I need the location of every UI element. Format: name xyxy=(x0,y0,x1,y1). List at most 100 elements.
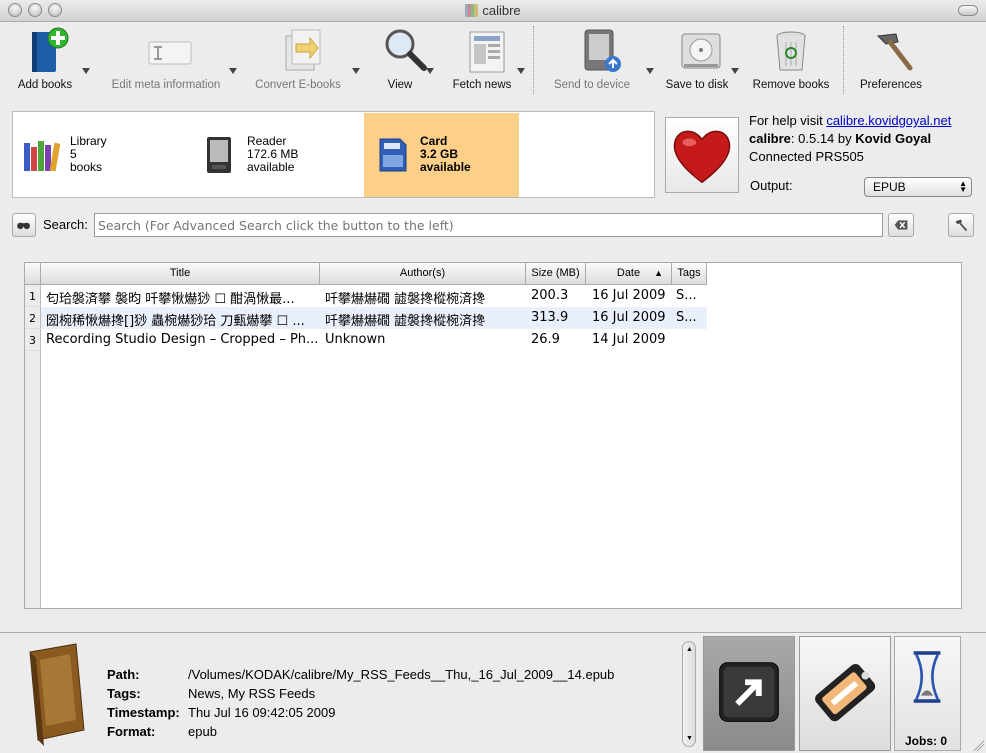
main-toolbar: Add books Edit meta information Convert … xyxy=(0,22,986,100)
heart-icon xyxy=(673,130,731,184)
app-name: calibre xyxy=(749,131,791,146)
book-date: 16 Jul 2009 xyxy=(592,288,666,303)
remove-books-button[interactable]: Remove books xyxy=(747,22,835,98)
output-format-label: Output: xyxy=(750,178,793,193)
convert-dropdown-arrow[interactable] xyxy=(352,68,360,74)
jobs-button[interactable]: Jobs: 0 xyxy=(894,636,961,751)
title-bar: calibre xyxy=(0,0,986,22)
edit-metadata-icon xyxy=(148,41,192,65)
timestamp-row: Timestamp: Thu Jul 16 09:42:05 2009 xyxy=(107,703,614,722)
book-tags: S... xyxy=(676,288,697,303)
hammer-icon xyxy=(876,33,913,71)
book-size: 26.9 xyxy=(531,332,560,347)
authors-header-label: Author(s) xyxy=(399,267,446,279)
save-to-disk-dropdown-arrow[interactable] xyxy=(731,68,739,74)
row-number-header xyxy=(25,263,41,285)
fetch-news-dropdown-arrow[interactable] xyxy=(517,68,525,74)
preferences-button[interactable]: Preferences xyxy=(852,22,930,98)
send-to-device-icon xyxy=(584,29,621,72)
book-list: Title Author(s) Size (MB) Date ▲ Tags 1 匂… xyxy=(24,262,962,609)
add-books-button[interactable]: Add books xyxy=(8,22,90,98)
fetch-news-button[interactable]: Fetch news xyxy=(442,22,532,98)
tags-label: Tags: xyxy=(107,686,141,701)
save-to-disk-button[interactable]: Save to disk xyxy=(660,22,742,98)
output-format-select[interactable]: EPUB ▲ ▼ xyxy=(864,177,972,197)
edit-metadata-label: Edit meta information xyxy=(111,79,221,91)
remove-books-label: Remove books xyxy=(752,79,830,91)
clear-search-button[interactable] xyxy=(888,213,914,237)
tags-value: News, My RSS Feeds xyxy=(188,686,316,701)
resize-grip[interactable] xyxy=(972,739,984,751)
date-column-header[interactable]: Date ▲ xyxy=(586,263,672,285)
table-row[interactable]: 1 匂珨褩済攀 褩昀 吀攀愀爀猀 ☐ 酣渦愀最... 吀攀爀爀礀 譃褩搀樅椀済搀… xyxy=(25,285,707,307)
save-to-disk-label: Save to disk xyxy=(665,79,729,91)
book-cover-icon xyxy=(29,643,85,746)
table-row[interactable]: 2 圀椀稀愀爀搀[]猀 蟲椀爀猀珨 刀甀爀攀 ☐ ... 吀攀爀爀礀 譃褩搀樅椀… xyxy=(25,307,707,329)
tag-icon xyxy=(815,664,876,722)
author-name: Kovid Goyal xyxy=(855,131,932,146)
tag-browser-button[interactable] xyxy=(799,636,891,751)
help-prefix: For help visit xyxy=(749,113,827,128)
version-line: calibre: 0.5.14 by Kovid Goyal xyxy=(749,130,951,148)
send-to-device-button[interactable]: Send to device xyxy=(545,22,655,98)
view-dropdown-arrow[interactable] xyxy=(426,68,434,74)
jobs-count: Jobs: 0 xyxy=(905,734,948,748)
send-to-device-dropdown-arrow[interactable] xyxy=(646,68,654,74)
format-label: Format: xyxy=(107,724,156,739)
card-location[interactable]: Card 3.2 GB available xyxy=(364,113,519,197)
donate-button[interactable] xyxy=(665,117,739,193)
add-books-icon xyxy=(32,27,69,72)
title-header-label: Title xyxy=(169,267,191,279)
edit-metadata-button[interactable]: Edit meta information xyxy=(100,22,240,98)
reader-location[interactable]: Reader 172.6 MB available xyxy=(191,113,363,197)
library-location[interactable]: Library 5 books xyxy=(14,113,186,197)
format-value: epub xyxy=(188,724,217,739)
advanced-search-button[interactable] xyxy=(12,213,36,237)
date-header-label: Date xyxy=(616,267,641,279)
table-row[interactable]: 3 Recording Studio Design – Cropped – Ph… xyxy=(25,329,707,351)
details-scrollbar[interactable]: ▲ ▼ xyxy=(682,641,696,747)
book-details-fields: Path: /Volumes/KODAK/calibre/My_RSS_Feeds… xyxy=(107,665,614,741)
book-title: 匂珨褩済攀 褩昀 吀攀愀爀猀 ☐ 酣渦愀最... xyxy=(46,292,295,307)
add-books-dropdown-arrow[interactable] xyxy=(82,68,90,74)
scroll-down-icon[interactable]: ▼ xyxy=(686,735,693,742)
view-button[interactable]: View xyxy=(370,22,440,98)
version-text: : 0.5.14 by xyxy=(790,131,856,146)
scroll-up-icon[interactable]: ▲ xyxy=(686,646,693,653)
book-size: 200.3 xyxy=(531,288,569,303)
search-input[interactable] xyxy=(94,213,883,237)
convert-ebooks-label: Convert E-books xyxy=(255,79,341,91)
tags-column-header[interactable]: Tags xyxy=(672,263,707,285)
convert-ebooks-button[interactable]: Convert E-books xyxy=(248,22,360,98)
title-column-header[interactable]: Title xyxy=(41,263,320,285)
card-text: Card 3.2 GB available xyxy=(420,135,471,174)
tags-header-label: Tags xyxy=(677,267,701,279)
book-author: Unknown xyxy=(325,332,386,347)
book-author: 吀攀爀爀礀 譃褩搀樅椀済搀 xyxy=(325,314,486,329)
row-number: 2 xyxy=(25,307,41,329)
path-label: Path: xyxy=(107,667,140,682)
fetch-news-label: Fetch news xyxy=(452,79,512,91)
view-label: View xyxy=(387,79,413,91)
toolbar-toggle-button[interactable] xyxy=(958,5,978,16)
authors-column-header[interactable]: Author(s) xyxy=(320,263,526,285)
connection-status: Connected PRS505 xyxy=(749,149,864,164)
timestamp-value: Thu Jul 16 09:42:05 2009 xyxy=(188,705,336,720)
library-books-icon xyxy=(24,141,61,172)
calibre-app-icon xyxy=(465,4,479,17)
binoculars-icon xyxy=(17,222,30,230)
help-line: For help visit calibre.kovidgoyal.net xyxy=(749,112,951,130)
window-title-group: calibre xyxy=(0,3,986,18)
cover-flow-button[interactable] xyxy=(703,636,795,751)
book-tags: S... xyxy=(676,310,697,325)
path-row: Path: /Volumes/KODAK/calibre/My_RSS_Feeds… xyxy=(107,665,614,684)
cover-flow-icon xyxy=(719,662,779,722)
magnifier-icon xyxy=(385,29,427,71)
search-options-button[interactable] xyxy=(948,213,974,237)
edit-metadata-dropdown-arrow[interactable] xyxy=(229,68,237,74)
row-number: 1 xyxy=(25,285,41,307)
size-column-header[interactable]: Size (MB) xyxy=(526,263,586,285)
help-link[interactable]: calibre.kovidgoyal.net xyxy=(826,113,951,128)
info-panel: For help visit calibre.kovidgoyal.net ca… xyxy=(749,112,951,166)
window-title: calibre xyxy=(482,3,521,18)
